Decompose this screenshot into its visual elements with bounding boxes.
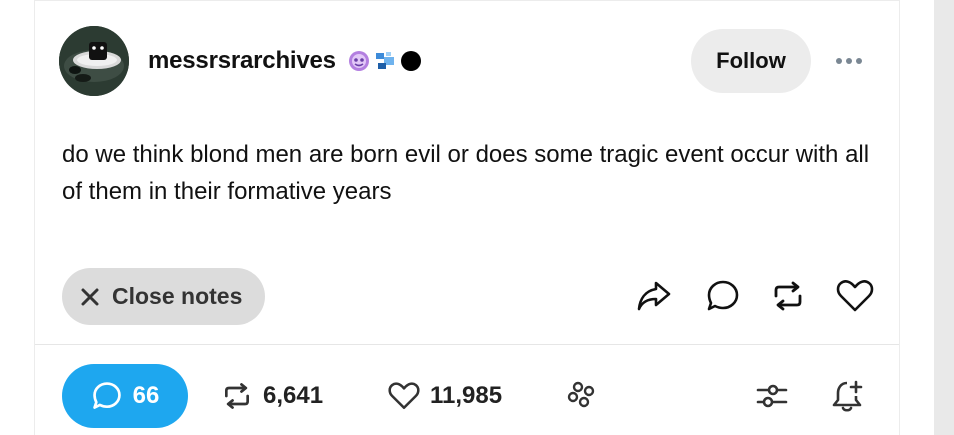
post-text: do we think blond men are born evil or d… [62,141,870,205]
community-notes-tab[interactable] [565,364,599,428]
filter-settings-button[interactable] [755,364,789,428]
reblog-icon [225,383,249,409]
black-dot-icon[interactable] [399,49,423,73]
sliders-icon [756,384,788,408]
bubbles-icon [567,381,595,408]
purple-badge-icon[interactable] [347,49,371,73]
more-options-button[interactable] [831,48,867,74]
more-dot-icon [846,58,852,64]
more-dot-icon [856,58,862,64]
bell-plus-icon [832,380,863,412]
replies-tab[interactable]: 66 [62,364,188,428]
user-badges [347,48,423,74]
post-card: messrsrarchives Follow do we think blond… [34,0,900,435]
close-icon [81,288,99,305]
share-icon[interactable] [634,276,674,316]
username[interactable]: messrsrarchives [148,47,336,75]
like-icon[interactable] [835,276,875,316]
reblogs-tab[interactable]: 6,641 [221,364,323,428]
more-dot-icon [836,58,842,64]
blue-badge-icon[interactable] [373,49,397,73]
avatar-image [59,26,129,96]
reblogs-count: 6,641 [263,382,324,409]
likes-count: 11,985 [430,382,503,409]
likes-tab[interactable]: 11,985 [388,364,502,428]
reply-icon[interactable] [703,276,743,316]
notifications-button[interactable] [829,364,865,428]
reblog-icon[interactable] [768,276,808,316]
reply-icon [92,382,121,409]
close-notes-button[interactable]: Close notes [62,268,265,325]
card-top-border [35,0,899,1]
divider [35,344,899,345]
page-background-strip [934,0,954,435]
close-notes-label: Close notes [112,283,243,309]
like-icon [388,382,420,410]
follow-button[interactable]: Follow [691,29,811,93]
avatar[interactable] [59,26,129,96]
replies-count: 66 [132,382,160,409]
